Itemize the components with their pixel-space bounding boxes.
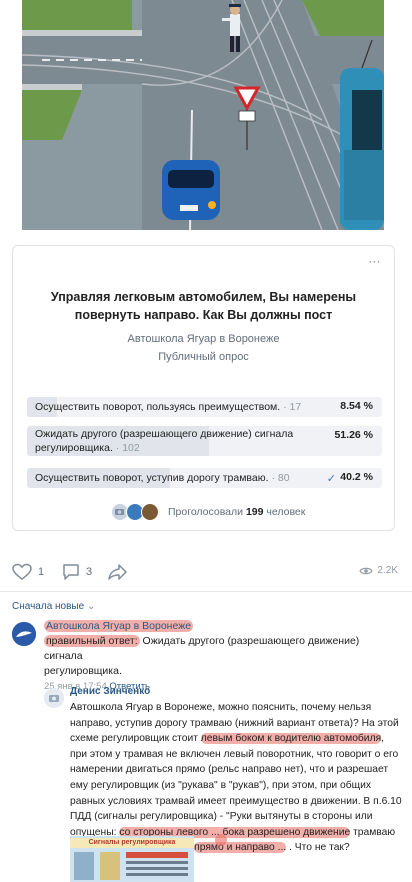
comment-highlight: левым боком к водителю автомобиля — [200, 733, 382, 745]
poll-option-text-line2: регулировщика. — [35, 442, 113, 454]
voted-prefix: Проголосовали — [168, 506, 244, 518]
comment-author[interactable]: Автошкола Ягуар в Воронеже — [44, 620, 194, 632]
comment-highlight: правильный ответ: — [44, 635, 140, 647]
divider — [0, 591, 412, 592]
comments-sort-dropdown[interactable]: Сначала новые ⌄ — [12, 601, 95, 612]
like-button[interactable]: 1 — [12, 563, 44, 581]
blue-car — [162, 160, 220, 220]
poll-question: Управляя легковым автомобилем, Вы намере… — [50, 290, 357, 322]
like-count: 1 — [38, 566, 45, 578]
comment-1: Автошкола Ягуар в Воронеже правильный от… — [44, 619, 400, 694]
comment-author[interactable]: Денис Зинченко — [70, 686, 150, 697]
comment-icon — [63, 564, 79, 580]
poll-option-text-line1: Ожидать другого (разрешающего движение) … — [35, 428, 294, 440]
checkmark-icon: ✓ — [326, 473, 336, 485]
views-count: 2.2K — [377, 565, 398, 576]
avatar[interactable] — [44, 688, 64, 708]
share-button[interactable] — [108, 563, 128, 581]
poll-option-percent: 51.26 % — [334, 429, 373, 441]
poll-option-count: · 17 — [283, 401, 302, 413]
comment-text-part: , при этом у трамвая не включен левый по… — [70, 733, 402, 838]
post-photo[interactable] — [22, 0, 384, 230]
poll-option-text: Осуществить поворот, пользуясь преимущес… — [35, 401, 281, 413]
camera-avatar-icon — [44, 688, 64, 708]
voted-count: 199 — [245, 506, 264, 518]
poll-option-1[interactable]: Осуществить поворот, пользуясь преимущес… — [27, 397, 382, 417]
chevron-down-icon: ⌄ — [86, 601, 96, 612]
attachment-title: Сигналы регулировщика — [70, 838, 194, 848]
poll-option-count: · 80 — [271, 472, 290, 484]
poll-option-percent: 40.2 % — [340, 471, 373, 483]
voted-suffix: человек — [266, 506, 306, 518]
poll-voters[interactable]: Проголосовали 199 человек — [13, 503, 394, 525]
intersection-illustration — [22, 0, 384, 230]
poll-option-count: · 102 — [115, 442, 140, 454]
poll-option-text: Осуществить поворот, уступив дорогу трам… — [35, 472, 269, 484]
views-counter: 2.2K — [359, 565, 398, 576]
share-icon — [108, 564, 127, 580]
highlight-mark — [215, 834, 227, 846]
poll-author[interactable]: Автошкола Ягуар в Воронеже — [13, 333, 394, 345]
traffic-signals-thumbnail-icon — [74, 852, 188, 880]
poll-type: Публичный опрос — [158, 351, 249, 363]
attached-image[interactable]: Сигналы регулировщика — [70, 836, 194, 882]
comment-count: 3 — [86, 566, 93, 578]
post-actions: 1 3 2.2K — [0, 559, 412, 585]
heart-icon — [12, 563, 32, 580]
comment-text-line2: регулировщика. — [44, 665, 122, 677]
voter-avatar — [141, 503, 159, 521]
poll-option-2[interactable]: Ожидать другого (разрешающего движение) … — [27, 426, 382, 456]
comment-button[interactable]: 3 — [62, 563, 92, 581]
poll-card: ⋯ Управляя легковым автомобилем, Вы наме… — [12, 245, 395, 531]
sort-label: Сначала новые — [12, 601, 85, 612]
poll-option-percent: 8.54 % — [340, 400, 373, 412]
poll-option-3[interactable]: Осуществить поворот, уступив дорогу трам… — [27, 468, 382, 488]
comment-highlight: прямо и направо ... — [194, 842, 287, 854]
avatar[interactable] — [12, 622, 36, 646]
jaguar-logo-icon — [12, 622, 36, 646]
more-options-icon[interactable]: ⋯ — [368, 254, 382, 270]
eye-icon — [359, 567, 374, 574]
